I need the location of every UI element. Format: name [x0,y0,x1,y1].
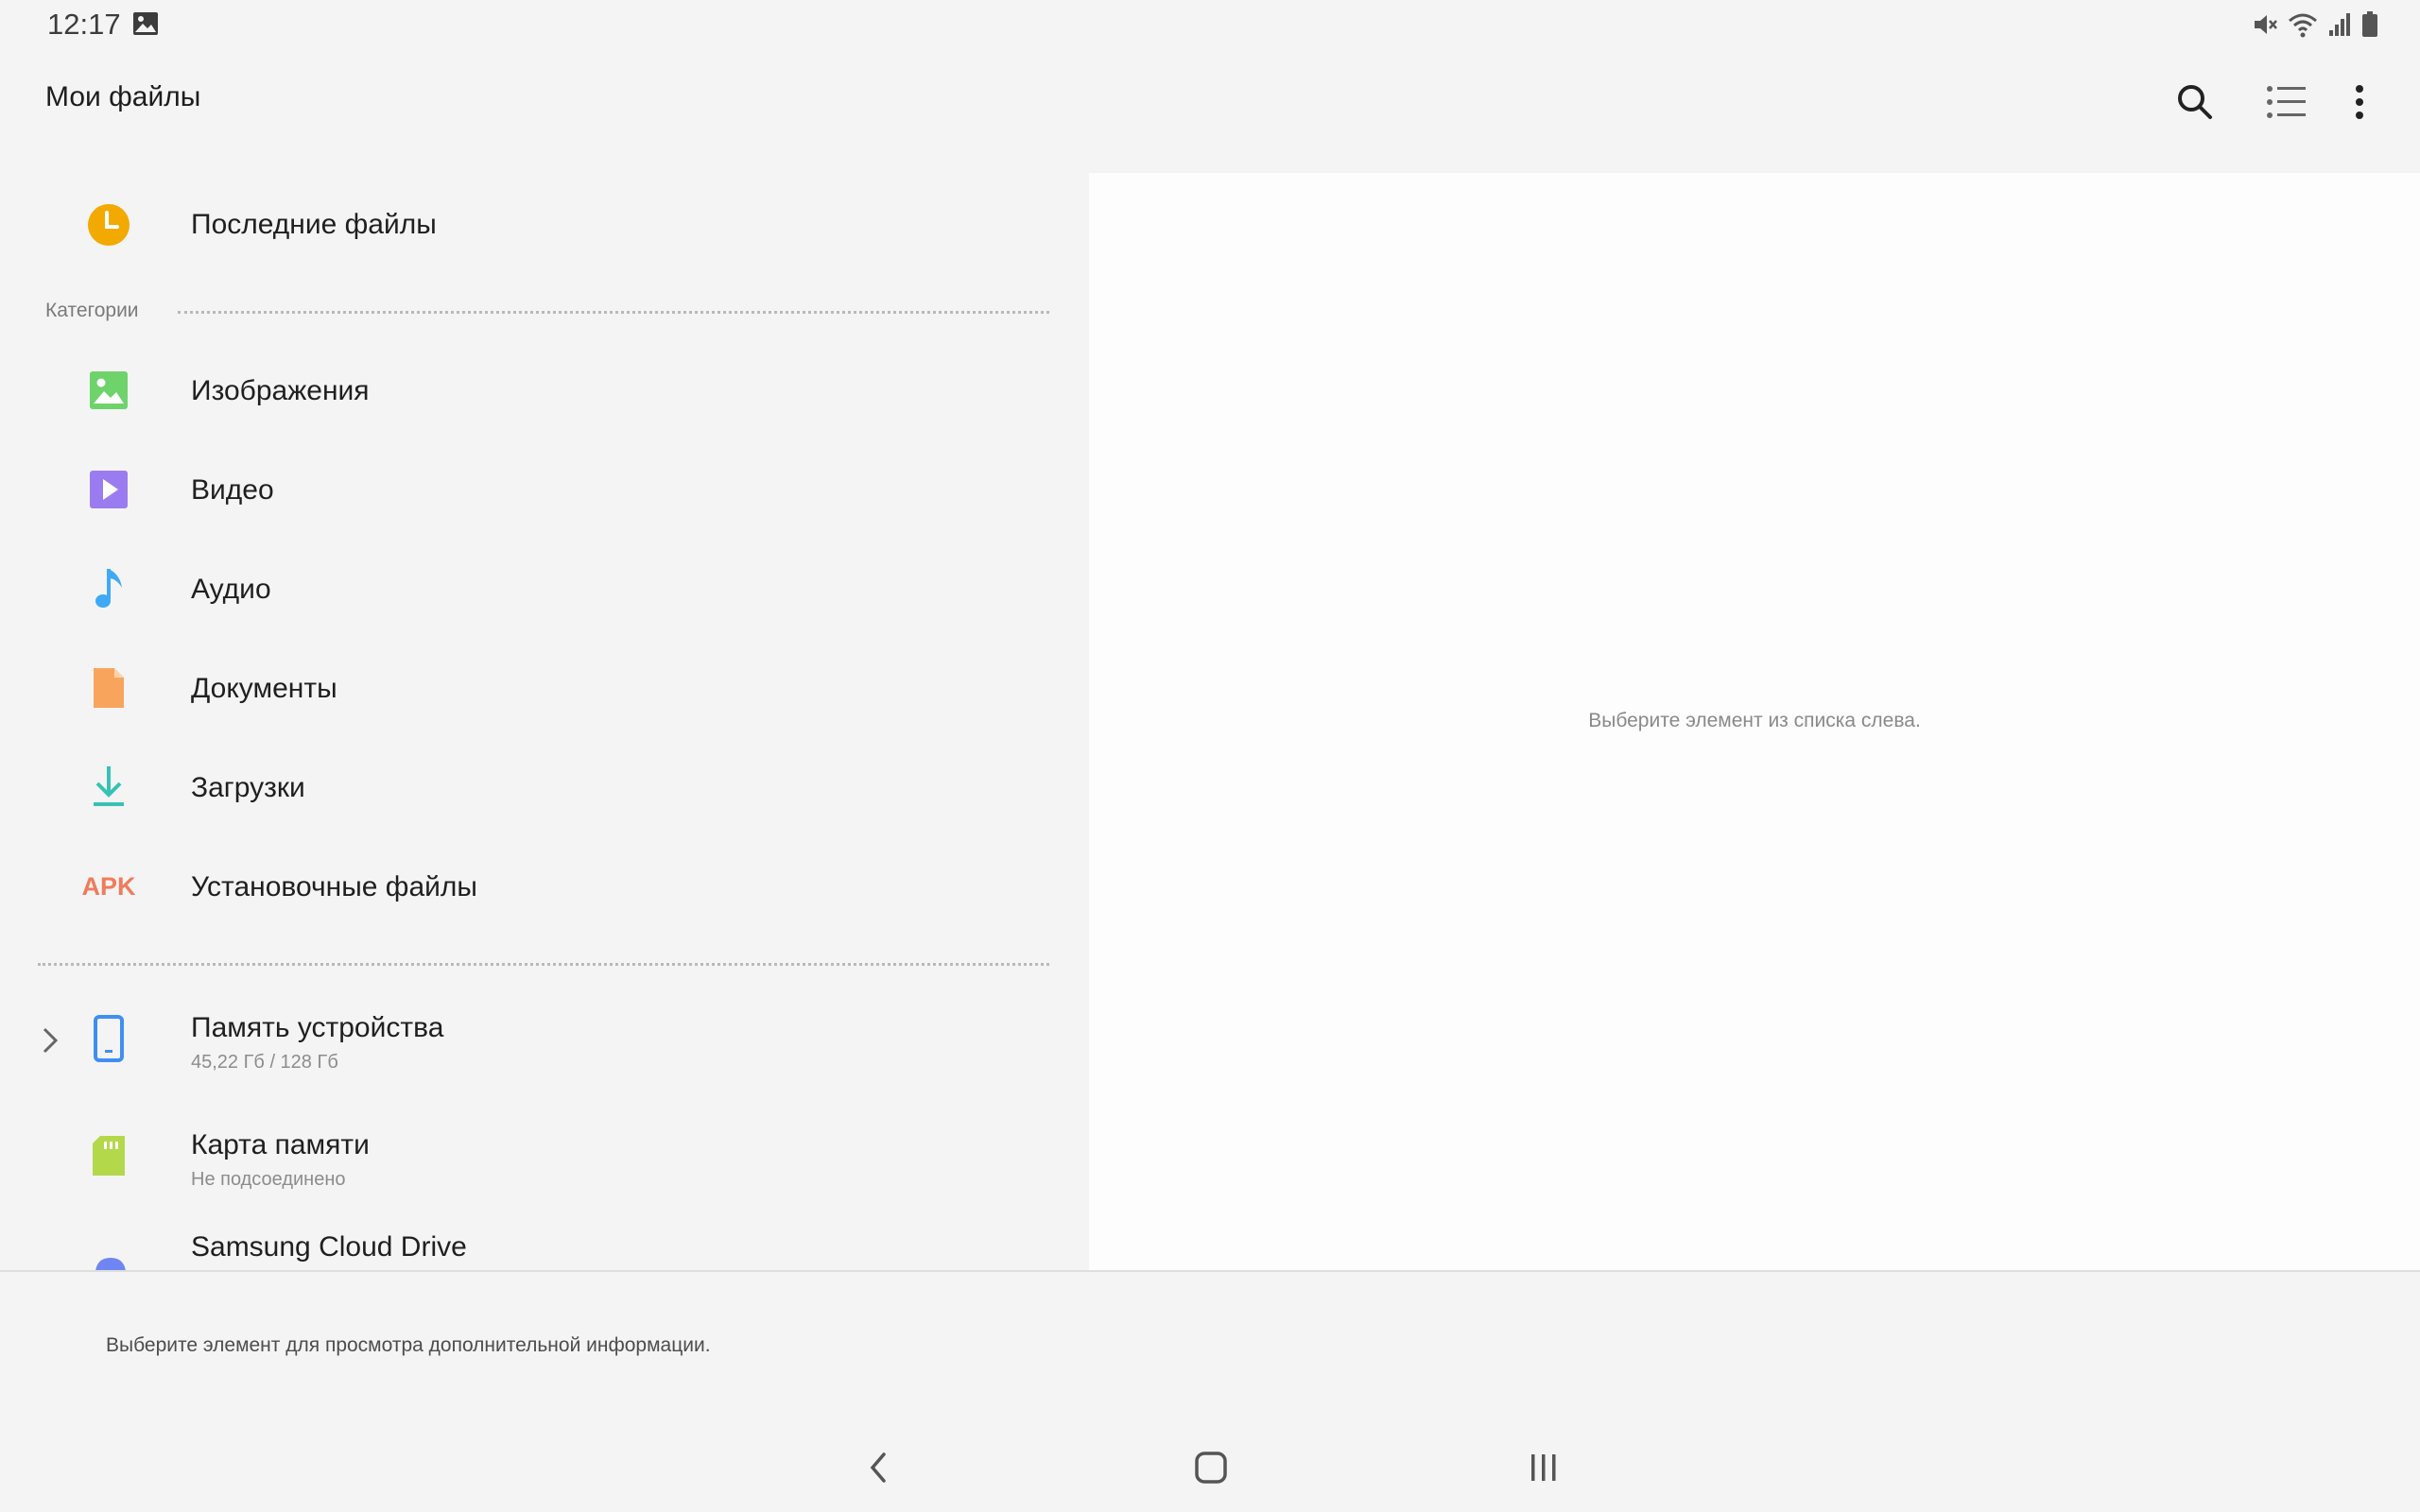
music-note-icon [80,560,137,617]
more-options-button[interactable] [2331,74,2388,130]
nav-item-label: Изображения [191,375,370,406]
sd-card-icon [80,1127,137,1184]
nav-item-installation-files[interactable]: APK Установочные файлы [0,839,1087,934]
nav-item-label: Документы [191,673,337,704]
nav-item-images[interactable]: Изображения [0,343,1087,438]
back-button[interactable] [851,1441,908,1494]
nav-item-label: Карта памяти [191,1129,370,1160]
empty-state-message: Выберите элемент из списка слева. [1588,710,1921,731]
list-view-icon [2267,86,2306,118]
status-time: 12:17 [47,8,121,41]
status-icons [2252,11,2378,38]
nav-item-label: Видео [191,474,274,506]
nav-item-documents[interactable]: Документы [0,641,1087,735]
signal-icon [2327,11,2352,38]
nav-item-label: Установочные файлы [191,871,477,902]
storage-usage: 45,22 Гб / 128 Гб [191,1052,338,1073]
nav-item-samsung-cloud-drive[interactable]: Samsung Cloud Drive [0,1222,1087,1271]
nav-item-label: Аудио [191,574,271,605]
cloud-icon [80,1245,137,1271]
clock-icon [80,197,137,253]
nav-item-device-storage[interactable]: Память устройства 45,22 Гб / 128 Гб [0,988,1087,1091]
nav-item-label: Samsung Cloud Drive [191,1231,467,1263]
view-mode-button[interactable] [2257,74,2314,130]
nav-item-label: Загрузки [191,772,305,803]
image-icon [80,362,137,419]
wifi-icon [2288,11,2318,38]
nav-item-label: Последние файлы [191,209,437,240]
navigation-panel: Последние файлы Категории Изображения Ви… [0,173,1087,1271]
download-icon [80,759,137,816]
search-icon [2178,85,2212,119]
video-icon [80,461,137,518]
nav-item-label: Память устройства [191,1012,444,1043]
nav-item-recent-files[interactable]: Последние файлы [0,178,1087,272]
categories-header: Категории [45,300,139,321]
more-options-icon [2356,85,2363,119]
back-icon [870,1452,886,1483]
chevron-right-icon[interactable] [38,1022,62,1059]
bottom-divider [0,1270,2420,1272]
nav-item-memory-card[interactable]: Карта памяти Не подсоединено [0,1105,1087,1209]
apk-icon: APK [81,871,136,901]
categories-divider [178,311,1049,314]
battery-icon [2361,11,2378,38]
gallery-notification-icon [132,11,159,36]
storage-divider [38,963,1049,966]
info-message: Выберите элемент для просмотра дополните… [106,1334,711,1356]
app-bar: Мои файлы [0,57,2420,142]
status-bar: 12:17 [0,0,2420,49]
home-button[interactable] [1183,1441,1239,1494]
phone-icon [80,1010,137,1067]
nav-item-downloads[interactable]: Загрузки [0,740,1087,834]
mute-icon [2252,11,2278,38]
screen: 12:17 Мои файлы Последние файлы Категори… [0,0,2420,1512]
document-icon [80,660,137,716]
nav-item-audio[interactable]: Аудио [0,541,1087,636]
home-icon [1195,1452,1227,1484]
memory-card-status: Не подсоединено [191,1169,346,1190]
recents-icon [1531,1454,1556,1481]
recents-button[interactable] [1515,1441,1572,1494]
search-button[interactable] [2167,74,2223,130]
nav-item-video[interactable]: Видео [0,442,1087,537]
detail-pane: Выберите элемент из списка слева. [1089,173,2420,1271]
app-title: Мои файлы [45,81,201,112]
